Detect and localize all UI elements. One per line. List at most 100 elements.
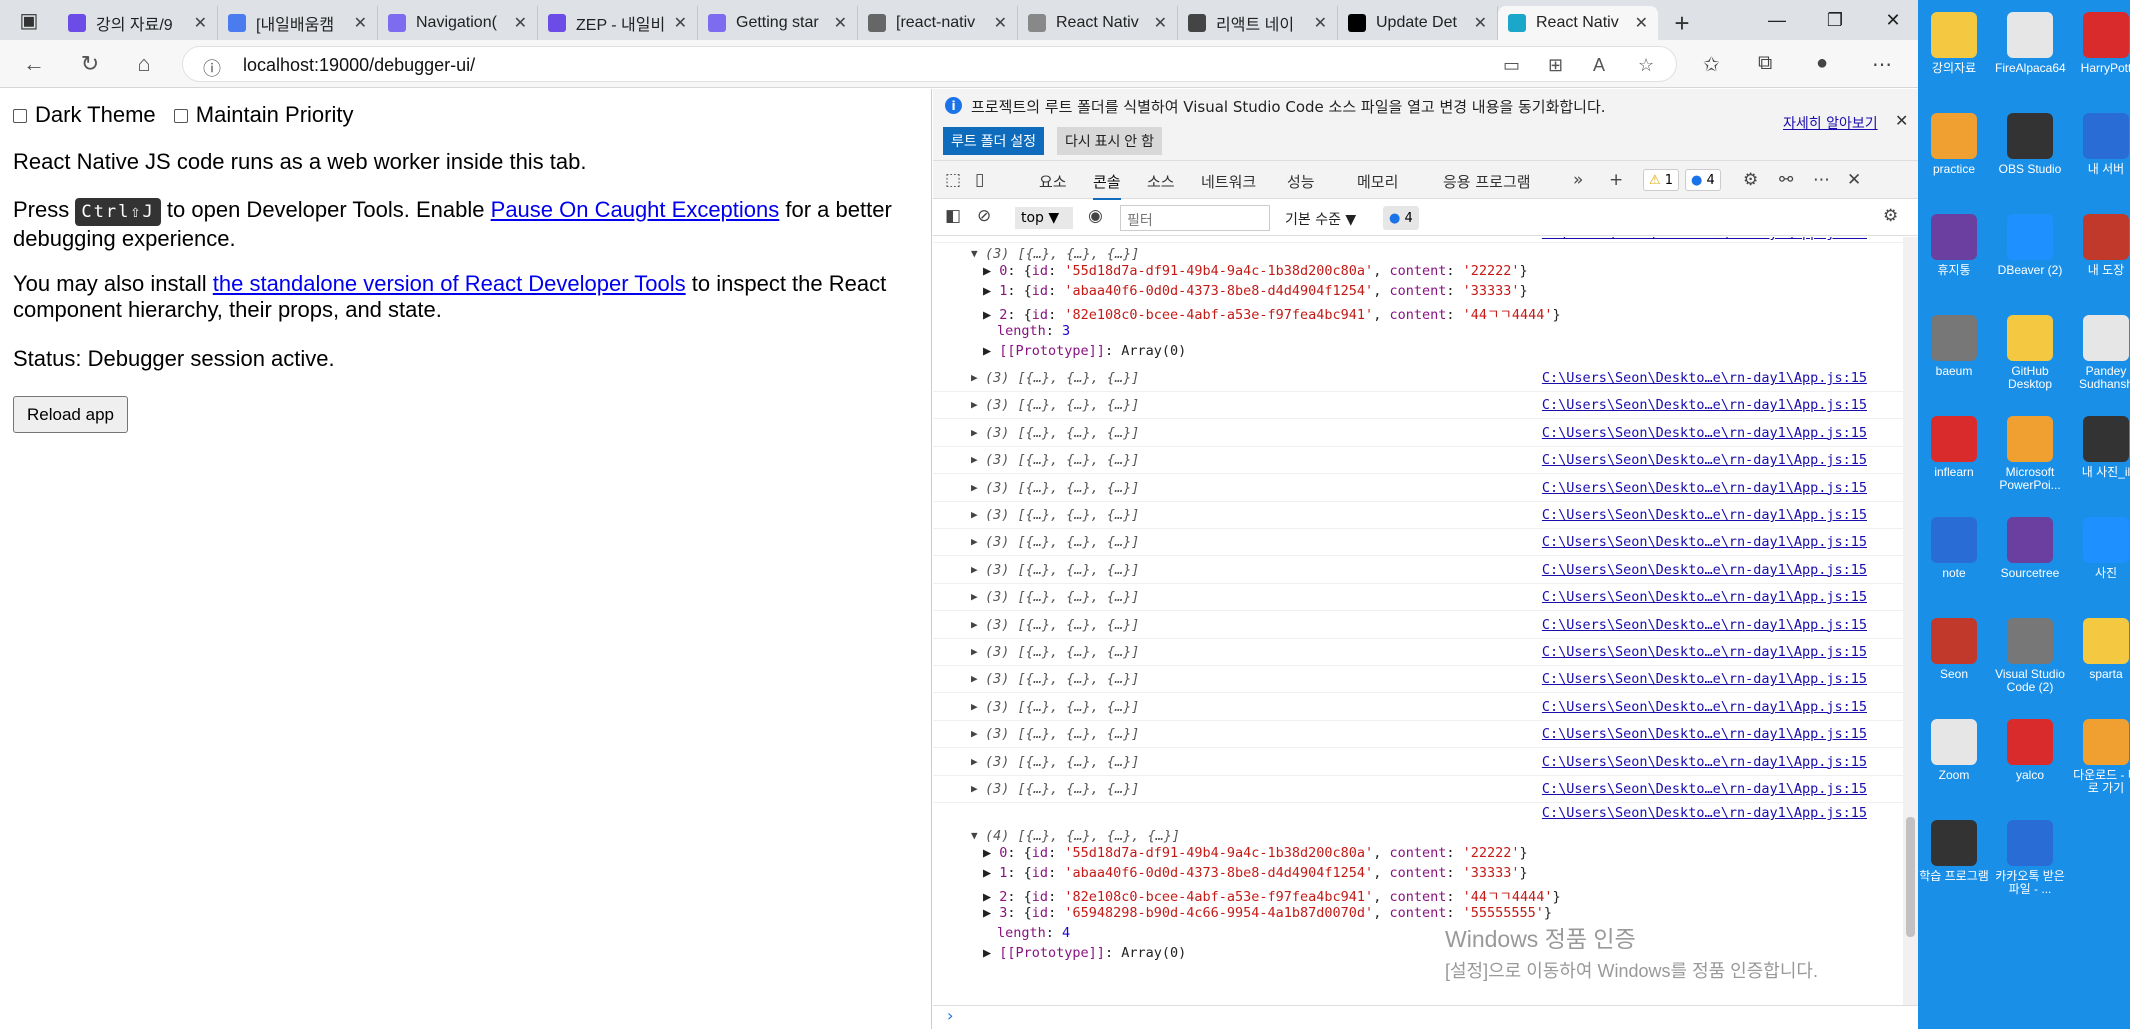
desktop-icon[interactable]: 카카오톡 받은 파일 - ... [1995,820,2065,896]
source-link[interactable]: C:\Users\Seon\Deskto…e\rn-day1\App.js:15 [1542,534,1867,550]
collapsed-arrow-icon[interactable]: ▶ [971,700,978,713]
console-line[interactable]: ▶ (3) [{…}, {…}, {…}] C:\Users\Seon\Deskto… [933,447,1903,475]
url-text[interactable]: localhost:19000/debugger-ui/ [243,55,475,76]
console-line[interactable]: ▶ (3) [{…}, {…}, {…}] C:\Users\Seon\Deskto… [933,612,1903,639]
console-line[interactable]: ▶ (3) [{…}, {…}, {…}] C:\Users\Seon\Deskto… [933,694,1903,721]
close-tab-icon[interactable]: ✕ [194,13,207,33]
collapsed-arrow-icon[interactable]: ▶ [983,343,999,359]
tab-2[interactable]: Navigation(✕ [378,6,538,40]
tab-console[interactable]: 콘솔 [1093,171,1121,200]
context-select[interactable]: top ▼ [1015,207,1073,229]
clear-console-icon[interactable]: ⊘ [977,206,991,226]
home-icon[interactable]: ⌂ [130,50,158,78]
collapsed-arrow-icon[interactable]: ▶ [971,398,978,411]
close-tab-icon[interactable]: ✕ [994,13,1007,33]
collapsed-arrow-icon[interactable]: ▶ [983,845,999,861]
close-tab-icon[interactable]: ✕ [514,13,527,33]
back-icon[interactable]: ← [20,50,48,78]
more-icon[interactable]: ⋯ [1872,52,1892,77]
tab-9[interactable]: React Nativ ✕ [1498,6,1658,40]
device-toolbar-icon[interactable]: ▯ [975,170,984,190]
maximize-icon[interactable]: ❐ [1806,0,1864,40]
learn-more-link[interactable]: 자세히 알아보기 [1783,113,1878,133]
array-item[interactable]: ▶ 0: {id: '55d18d7a-df91-49b4-9a4c-1b38d… [983,263,1528,283]
collapsed-arrow-icon[interactable]: ▶ [971,426,978,439]
read-aloud-icon[interactable]: A [1593,55,1605,76]
settings-gear-icon[interactable]: ⚙ [1743,170,1758,190]
refresh-icon[interactable]: ↻ [76,50,104,78]
collapsed-arrow-icon[interactable]: ▶ [971,590,978,603]
source-link[interactable]: C:\Users\Seon\Deskto…e\rn-day1\App.js:15 [1542,589,1867,605]
console-settings-icon[interactable]: ⚙ [1883,206,1898,226]
desktop-icon[interactable]: 사진 [2071,517,2130,580]
source-link[interactable]: C:\Users\Seon\Deskto…e\rn-day1\App.js:15 [1542,644,1867,660]
maintain-priority-checkbox[interactable] [173,109,188,124]
pause-exceptions-link[interactable]: Pause On Caught Exceptions [491,197,780,222]
collapsed-arrow-icon[interactable]: ▶ [971,508,978,521]
tab-8[interactable]: Update Det ✕ [1338,6,1498,40]
desktop-icon[interactable]: practice [1919,113,1989,176]
console-scrollbar[interactable] [1903,237,1918,1005]
tab-5[interactable]: [react-nativ ✕ [858,6,1018,40]
log-levels-select[interactable]: 기본 수준 ▼ [1285,209,1356,229]
expanded-arrow-icon[interactable]: ▼ [971,829,978,842]
desktop-icon[interactable]: 학습 프로그램 [1919,820,1989,883]
console-line[interactable]: ▶ (3) [{…}, {…}, {…}] C:\Users\Seon\Deskto… [933,639,1903,666]
console-line[interactable]: ▶ (3) [{…}, {…}, {…}] C:\Users\Seon\Deskto… [933,502,1903,529]
tab-0[interactable]: 강의 자료/9 ✕ [58,6,218,40]
react-devtools-link[interactable]: the standalone version of React Develope… [213,271,686,296]
collapsed-arrow-icon[interactable]: ▶ [983,905,999,921]
close-tab-icon[interactable]: ✕ [1474,13,1487,33]
address-bar[interactable]: ⓘ localhost:19000/debugger-ui/ ▭ ⊞ A ☆ [182,46,1677,82]
collapsed-arrow-icon[interactable]: ▶ [983,283,999,299]
tab-application[interactable]: 응용 프로그램 [1443,171,1531,192]
desktop-icon[interactable]: 다운로드 - 바로 가기 [2071,719,2130,795]
collapsed-arrow-icon[interactable]: ▶ [971,782,978,795]
collapsed-arrow-icon[interactable]: ▶ [983,263,999,279]
favorites-icon[interactable]: ✩ [1703,52,1720,77]
close-tab-icon[interactable]: ✕ [674,13,687,33]
desktop-icon[interactable]: HarryPott [2071,12,2130,75]
connections-icon[interactable]: ⚯ [1779,170,1793,190]
source-link[interactable]: C:\Users\Seon\Deskto…e\rn-day1\App.js:15 [1542,617,1867,633]
desktop-icon[interactable]: 내 서버 [2071,113,2130,176]
minimize-icon[interactable]: — [1748,0,1806,40]
collapsed-arrow-icon[interactable]: ▶ [971,672,978,685]
tab-actions-icon[interactable]: ▣ [0,0,58,40]
collections-icon[interactable]: ⧉ [1758,52,1772,75]
more-tabs-icon[interactable]: » [1573,170,1583,190]
source-link[interactable]: C:\Users\Seon\Deskto…e\rn-day1\App.js:15 [1542,425,1867,441]
console-line[interactable]: ▶ (3) [{…}, {…}, {…}] C:\Users\Seon\Deskto… [933,749,1903,776]
collapsed-arrow-icon[interactable]: ▶ [971,453,978,466]
tab-6[interactable]: React Nativ ✕ [1018,6,1178,40]
tab-sources[interactable]: 소스 [1147,171,1175,192]
set-root-folder-button[interactable]: 루트 폴더 설정 [943,127,1045,155]
new-tab-button[interactable]: + [1658,6,1706,40]
desktop-icon[interactable]: Microsoft PowerPoi... [1995,416,2065,492]
source-link[interactable]: C:\Users\Seon\Deskto…e\rn-day1\App.js:15 [1542,480,1867,496]
tab-network[interactable]: 네트워크 [1201,171,1256,192]
add-tab-icon[interactable]: + [1609,170,1623,190]
info-icon[interactable]: ⓘ [203,55,221,81]
desktop-icon[interactable]: inflearn [1919,416,1989,479]
desktop-icon[interactable]: GitHub Desktop [1995,315,2065,391]
close-tab-icon[interactable]: ✕ [1154,13,1167,33]
install-app-icon[interactable]: ▭ [1503,55,1520,76]
console-line[interactable]: ▶ (3) [{…}, {…}, {…}] C:\Users\Seon\Deskto… [933,721,1903,749]
dark-theme-checkbox[interactable] [13,109,27,124]
close-devtools-icon[interactable]: ✕ [1847,170,1861,190]
source-link[interactable]: C:\Users\Seon\Deskto…e\rn-day1\App.js:15 [1542,507,1867,523]
expanded-arrow-icon[interactable]: ▼ [971,247,978,260]
tab-memory[interactable]: 메모리 [1357,171,1398,192]
desktop-icon[interactable]: 내 사진_il [2071,416,2130,479]
collapsed-arrow-icon[interactable]: ▶ [971,755,978,768]
desktop-icon[interactable]: 내 도장 [2071,214,2130,277]
inspect-icon[interactable]: ⬚ [945,170,961,190]
close-tab-icon[interactable]: ✕ [1635,13,1648,33]
source-link[interactable]: C:\Users\Seon\Deskto…e\rn-day1\App.js:15 [1542,671,1867,687]
customize-icon[interactable]: ⋯ [1813,170,1830,190]
console-line[interactable]: ▶ (3) [{…}, {…}, {…}] C:\Users\Seon\Deskto… [933,666,1903,694]
tab-4[interactable]: Getting star ✕ [698,6,858,40]
array-item[interactable]: ▶ 0: {id: '55d18d7a-df91-49b4-9a4c-1b38d… [983,845,1528,865]
favorite-star-icon[interactable]: ☆ [1638,55,1654,76]
